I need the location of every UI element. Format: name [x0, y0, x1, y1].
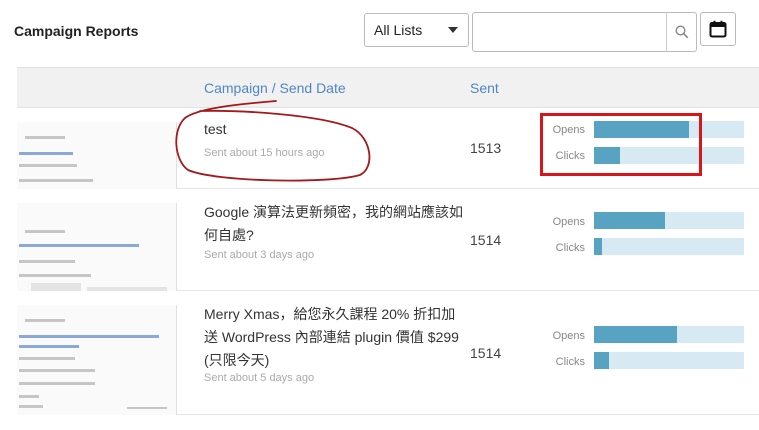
- send-date: Sent about 5 days ago: [204, 372, 315, 384]
- campaign-title[interactable]: Merry Xmas，給您永久課程 20% 折扣加送 WordPress 內部連…: [204, 303, 466, 372]
- column-header-sent[interactable]: Sent: [470, 80, 499, 96]
- list-filter-value: All Lists: [374, 22, 423, 38]
- search-icon: [674, 25, 688, 39]
- send-date: Sent about 15 hours ago: [204, 147, 325, 159]
- clicks-bar-fill: [594, 352, 609, 369]
- sent-count: 1513: [470, 140, 502, 156]
- opens-bar-fill: [594, 326, 677, 343]
- table-row[interactable]: Merry Xmas，給您永久課程 20% 折扣加送 WordPress 內部連…: [17, 291, 759, 415]
- opens-bar: [594, 326, 744, 343]
- clicks-bar: [594, 352, 744, 369]
- page-title: Campaign Reports: [14, 23, 139, 39]
- opens-bar-fill: [594, 212, 665, 229]
- search-button[interactable]: [666, 13, 696, 51]
- clicks-bar-fill: [594, 238, 602, 255]
- clicks-label: Clicks: [555, 242, 585, 254]
- sent-count: 1514: [470, 232, 502, 248]
- caret-down-icon: [448, 27, 458, 33]
- campaign-title[interactable]: test: [204, 118, 466, 141]
- clicks-label: Clicks: [555, 356, 585, 368]
- list-filter-select[interactable]: All Lists: [364, 13, 469, 47]
- campaign-thumbnail[interactable]: [17, 122, 177, 189]
- campaign-title[interactable]: Google 演算法更新頻密，我的網站應該如何自處?: [204, 201, 466, 247]
- search-input[interactable]: [473, 13, 667, 51]
- clicks-bar: [594, 238, 744, 255]
- campaign-reports-page: Campaign Reports All Lists Campaign / Se…: [0, 0, 759, 430]
- sent-count: 1514: [470, 345, 502, 361]
- table-header: Campaign / Send Date Sent: [17, 67, 759, 108]
- opens-label: Opens: [552, 330, 585, 342]
- opens-bar: [594, 212, 744, 229]
- search-box: [472, 12, 697, 52]
- campaign-thumbnail[interactable]: [17, 305, 177, 415]
- send-date: Sent about 3 days ago: [204, 249, 315, 261]
- calendar-icon: [709, 20, 727, 38]
- campaign-thumbnail[interactable]: [17, 203, 177, 291]
- highlight-box-annotation: [540, 113, 702, 176]
- date-picker-button[interactable]: [700, 12, 736, 46]
- opens-label: Opens: [552, 216, 585, 228]
- column-header-campaign[interactable]: Campaign / Send Date: [204, 80, 346, 96]
- table-row[interactable]: Google 演算法更新頻密，我的網站應該如何自處? Sent about 3 …: [17, 189, 759, 291]
